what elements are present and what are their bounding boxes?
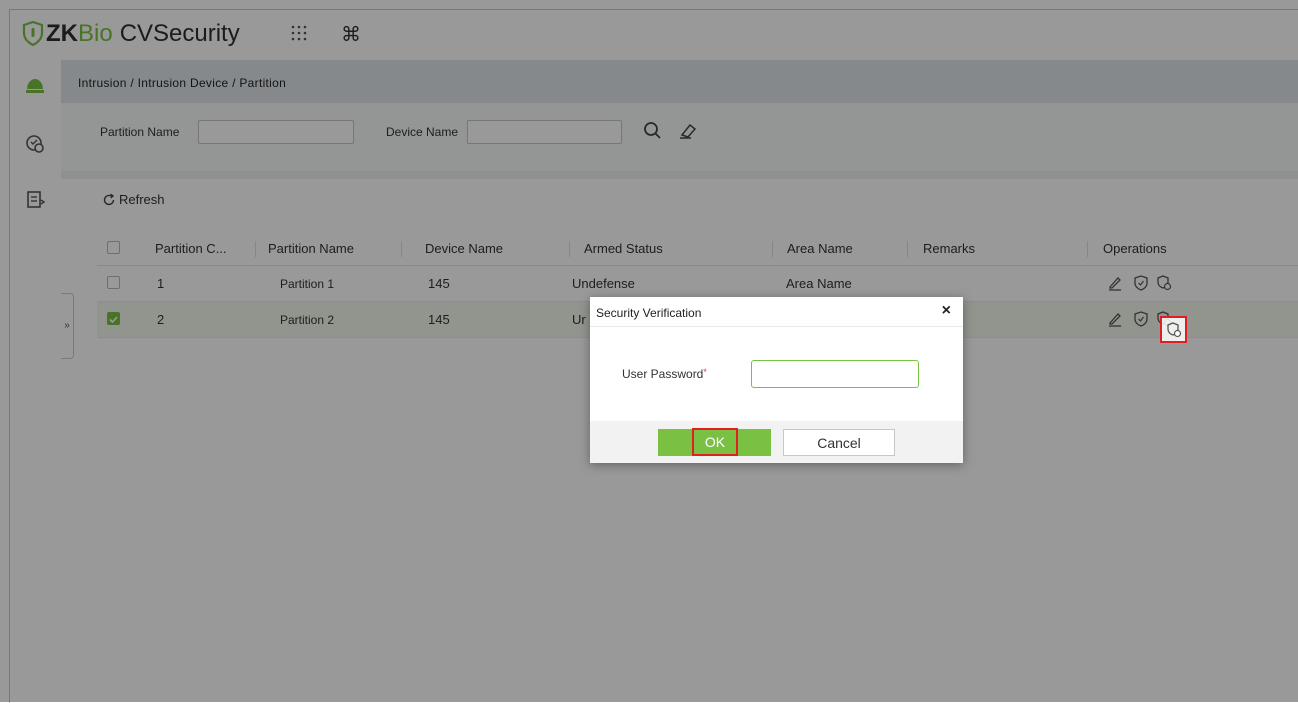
dialog-title: Security Verification (596, 306, 702, 320)
password-label-text: User Password (622, 367, 704, 381)
dialog-footer: OK Cancel (590, 421, 963, 463)
close-icon[interactable]: × (942, 302, 951, 320)
ok-label: OK (692, 428, 738, 456)
ok-button[interactable]: OK (658, 428, 771, 456)
cancel-button[interactable]: Cancel (783, 429, 895, 456)
security-verification-dialog: Security Verification × User Password* O… (590, 297, 963, 463)
password-label: User Password* (622, 367, 707, 381)
required-mark: * (703, 367, 707, 377)
highlighted-disarm-icon[interactable] (1160, 316, 1187, 343)
disarm-shield-icon (1167, 322, 1182, 338)
dialog-divider (590, 326, 963, 327)
password-input[interactable] (751, 360, 919, 388)
